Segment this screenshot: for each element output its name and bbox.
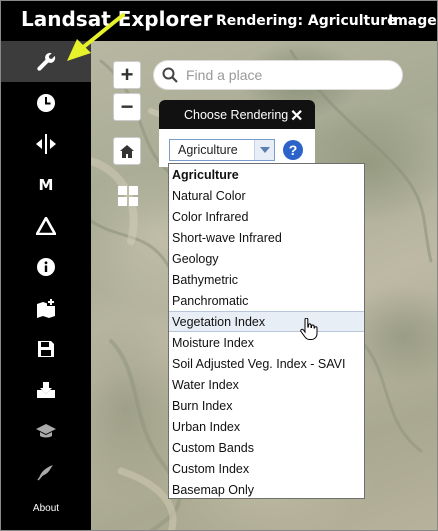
sidebar-item-swipe[interactable] (1, 123, 91, 164)
rendering-select-value: Agriculture (178, 143, 238, 157)
sidebar-item-info[interactable] (1, 246, 91, 287)
sidebar-item-education[interactable] (1, 410, 91, 451)
wrench-icon (37, 52, 56, 71)
dropdown-option-natural-color[interactable]: Natural Color (169, 185, 364, 206)
sidebar-item-story[interactable] (1, 451, 91, 492)
sidebar: M About (1, 41, 91, 530)
graduation-cap-icon (36, 423, 56, 437)
save-icon (38, 340, 54, 357)
choose-rendering-panel: Choose Rendering ✕ Agriculture ? (159, 100, 315, 167)
dropdown-option-moisture-index[interactable]: Moisture Index (169, 332, 364, 353)
dropdown-option-color-infrared[interactable]: Color Infrared (169, 206, 364, 227)
sidebar-item-time[interactable] (1, 82, 91, 123)
grid-icon[interactable] (118, 186, 138, 211)
dropdown-option-burn-index[interactable]: Burn Index (169, 395, 364, 416)
hand-cursor-icon (300, 318, 318, 340)
dropdown-option-panchromatic[interactable]: Panchromatic (169, 290, 364, 311)
search-box[interactable] (153, 60, 403, 90)
dropdown-option-custom-index[interactable]: Custom Index (169, 458, 364, 479)
search-icon (162, 67, 178, 83)
rendering-dropdown-list: Agriculture Natural Color Color Infrared… (168, 163, 365, 499)
chevron-down-icon[interactable] (254, 140, 274, 160)
home-button[interactable] (113, 137, 141, 165)
sidebar-item-m[interactable]: M (1, 164, 91, 205)
swipe-icon (36, 133, 56, 154)
clock-icon (37, 93, 55, 112)
sidebar-item-triangle[interactable] (1, 205, 91, 246)
dropdown-option-urban-index[interactable]: Urban Index (169, 416, 364, 437)
m-icon: M (38, 175, 54, 194)
story-icon (37, 464, 53, 480)
about-link[interactable]: About (1, 503, 91, 514)
panel-title: Choose Rendering (184, 107, 289, 122)
app-window: Landsat Explorer Rendering: Agriculture … (0, 0, 438, 531)
help-icon[interactable]: ? (283, 140, 303, 160)
dropdown-option-custom-bands[interactable]: Custom Bands (169, 437, 364, 458)
info-icon (37, 257, 55, 276)
rendering-select[interactable]: Agriculture (169, 139, 275, 161)
app-title: Landsat Explorer (21, 7, 213, 31)
dropdown-option-vegetation-index[interactable]: Vegetation Index (169, 311, 364, 332)
header-bar: Landsat Explorer Rendering: Agriculture … (1, 1, 437, 41)
add-to-map-icon (37, 297, 55, 318)
close-icon[interactable]: ✕ (290, 106, 303, 126)
sidebar-item-download[interactable] (1, 369, 91, 410)
dropdown-option-bathymetric[interactable]: Bathymetric (169, 269, 364, 290)
sidebar-item-add-to-map[interactable] (1, 287, 91, 328)
dropdown-option-geology[interactable]: Geology (169, 248, 364, 269)
dropdown-option-savi[interactable]: Soil Adjusted Veg. Index - SAVI (169, 353, 364, 374)
download-icon (37, 381, 55, 398)
search-input[interactable] (186, 67, 386, 83)
zoom-in-button[interactable]: + (113, 61, 141, 89)
dropdown-option-short-wave-infrared[interactable]: Short-wave Infrared (169, 227, 364, 248)
zoom-out-button[interactable]: − (113, 93, 141, 121)
current-rendering-label: Rendering: Agriculture (216, 13, 397, 29)
sidebar-item-save[interactable] (1, 328, 91, 369)
dropdown-option-basemap-only[interactable]: Basemap Only (169, 479, 364, 500)
dropdown-option-water-index[interactable]: Water Index (169, 374, 364, 395)
triangle-icon (36, 216, 56, 235)
sidebar-item-renderer[interactable] (1, 41, 91, 82)
imagery-label: Imager (388, 13, 437, 29)
home-icon (120, 144, 134, 158)
dropdown-option-agriculture[interactable]: Agriculture (169, 164, 364, 185)
